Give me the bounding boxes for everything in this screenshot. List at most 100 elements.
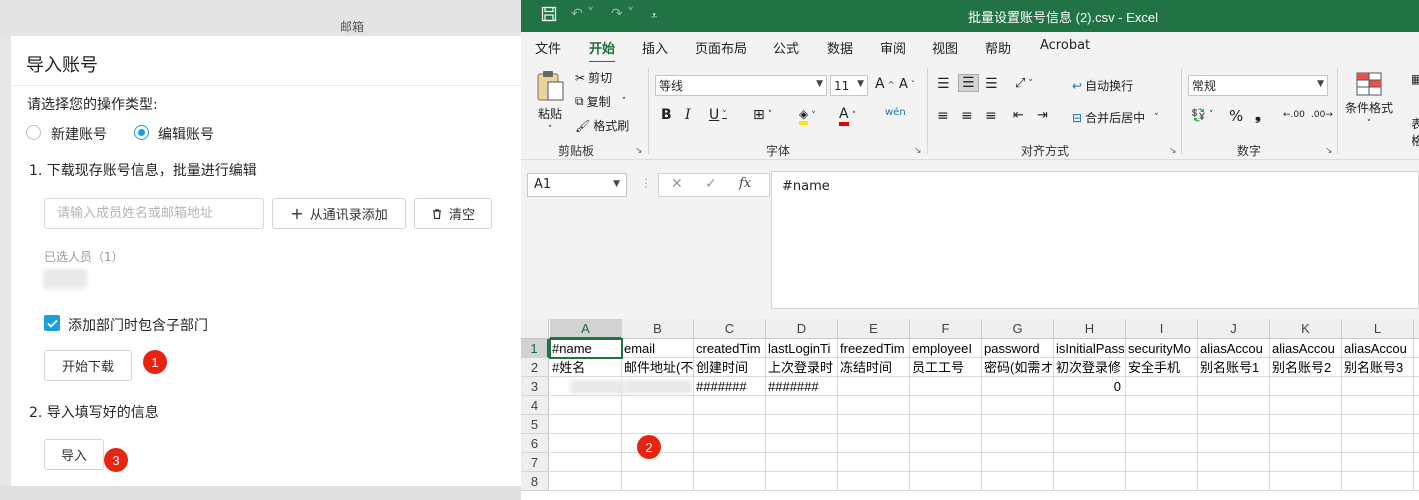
table-cell[interactable] [1270,434,1342,453]
table-cell[interactable]: aliasAccou [1342,339,1414,358]
table-cell[interactable] [1126,377,1198,396]
member-search-input[interactable] [44,198,264,229]
column-header[interactable]: B [622,319,694,339]
table-cell[interactable]: ####### [766,377,838,396]
table-cell[interactable] [910,453,982,472]
row-header[interactable]: 2 [521,358,549,377]
row-header[interactable]: 7 [521,453,549,472]
format-as-table-label[interactable]: 表格 [1412,115,1419,149]
select-all-corner[interactable] [521,319,549,339]
clipboard-launcher-icon[interactable]: ↘ [635,146,643,156]
row-header[interactable]: 8 [521,472,549,491]
table-cell[interactable] [838,453,910,472]
table-cell[interactable] [982,434,1054,453]
comma-style-icon[interactable]: ❟ [1255,106,1261,124]
table-cell[interactable]: 创建时间 [694,358,766,377]
row-header[interactable]: 6 [521,434,549,453]
align-bottom-icon[interactable]: ☰ [985,76,998,92]
column-header[interactable]: C [694,319,766,339]
table-cell[interactable]: aliasAccou [1270,339,1342,358]
table-cell[interactable] [1342,396,1414,415]
table-cell[interactable] [838,415,910,434]
table-cell[interactable] [550,396,622,415]
table-cell[interactable] [838,377,910,396]
table-cell[interactable] [1414,339,1419,358]
column-header[interactable]: I [1126,319,1198,339]
table-cell[interactable] [766,453,838,472]
tab-review[interactable]: 审阅 [880,38,906,57]
column-header[interactable]: E [838,319,910,339]
table-cell[interactable]: 员工工号 [910,358,982,377]
table-cell[interactable] [1342,434,1414,453]
cut-button[interactable]: ✂ 剪切 [575,69,612,86]
table-cell[interactable] [1054,472,1126,491]
format-as-table-icon[interactable]: ▦ [1411,72,1419,86]
tab-help[interactable]: 帮助 [985,38,1011,57]
table-cell[interactable] [694,453,766,472]
table-cell[interactable]: #姓名 [550,358,622,377]
include-subdept-label[interactable]: 添加部门时包含子部门 [68,315,208,335]
table-cell[interactable] [1198,472,1270,491]
selected-member-chip[interactable] [43,269,87,289]
table-cell[interactable] [1126,453,1198,472]
column-header[interactable]: J [1198,319,1270,339]
table-cell[interactable] [910,472,982,491]
formula-input[interactable]: #name [771,171,1419,309]
table-cell[interactable]: lastLoginTi [766,339,838,358]
tab-insert[interactable]: 插入 [642,38,668,57]
table-cell[interactable] [1054,396,1126,415]
table-cell[interactable] [1126,434,1198,453]
table-cell[interactable] [1414,396,1419,415]
table-cell[interactable] [694,396,766,415]
number-launcher-icon[interactable]: ↘ [1325,146,1333,156]
table-cell[interactable] [1270,377,1342,396]
cancel-icon[interactable]: ✕ [671,176,683,192]
name-box[interactable]: A1 ▼ [527,173,627,197]
table-cell[interactable] [1414,453,1419,472]
increase-font-icon[interactable]: A ^ [875,76,894,92]
table-cell[interactable]: 别名账号1 [1198,358,1270,377]
align-middle-icon[interactable]: ☰ [958,74,979,92]
conditional-format-button[interactable]: 条件格式 ˅ [1345,72,1393,129]
font-launcher-icon[interactable]: ↘ [914,146,922,156]
table-cell[interactable] [694,434,766,453]
font-color-icon[interactable]: A ˅ [839,106,856,126]
align-center-icon[interactable]: ≡ [961,108,973,124]
tab-formulas[interactable]: 公式 [773,38,799,57]
table-cell[interactable] [694,415,766,434]
table-cell[interactable]: 0 [1054,377,1126,396]
underline-icon[interactable]: U ˅ [709,107,727,123]
table-cell[interactable] [982,472,1054,491]
table-cell[interactable] [910,434,982,453]
alignment-launcher-icon[interactable]: ↘ [1169,146,1177,156]
table-cell[interactable] [550,434,622,453]
start-download-button[interactable]: 开始下载 [44,350,132,381]
align-left-icon[interactable]: ≡ [937,108,949,124]
table-cell[interactable] [1270,453,1342,472]
format-painter-button[interactable]: 🖌 格式刷 [575,117,629,134]
table-cell[interactable]: 密码(如需オ [982,358,1054,377]
table-cell[interactable] [550,415,622,434]
enter-icon[interactable]: ✓ [705,176,717,192]
table-cell[interactable]: ####### [694,377,766,396]
table-cell[interactable] [982,396,1054,415]
copy-button[interactable]: ⧉ 复制 ˅ [575,93,626,110]
table-cell[interactable] [982,453,1054,472]
table-cell[interactable] [1270,472,1342,491]
fill-color-icon[interactable]: ◈ ˅ [799,107,816,125]
table-cell[interactable] [1198,453,1270,472]
table-cell[interactable] [1342,377,1414,396]
table-cell[interactable]: email [622,339,694,358]
table-cell[interactable]: password [982,339,1054,358]
tab-data[interactable]: 数据 [827,38,853,57]
radio-new-account-label[interactable]: 新建账号 [51,124,107,144]
table-cell[interactable] [1342,415,1414,434]
table-cell[interactable] [550,472,622,491]
column-header[interactable]: G [982,319,1054,339]
align-right-icon[interactable]: ≡ [985,108,997,124]
table-cell[interactable]: createdTim [694,339,766,358]
table-cell[interactable] [1342,472,1414,491]
table-cell[interactable]: 安全手机 [1126,358,1198,377]
font-size-select[interactable]: 11 ▼ [830,75,868,96]
merge-center-button[interactable]: ⊟ 合并后居中 ˅ [1072,109,1159,126]
